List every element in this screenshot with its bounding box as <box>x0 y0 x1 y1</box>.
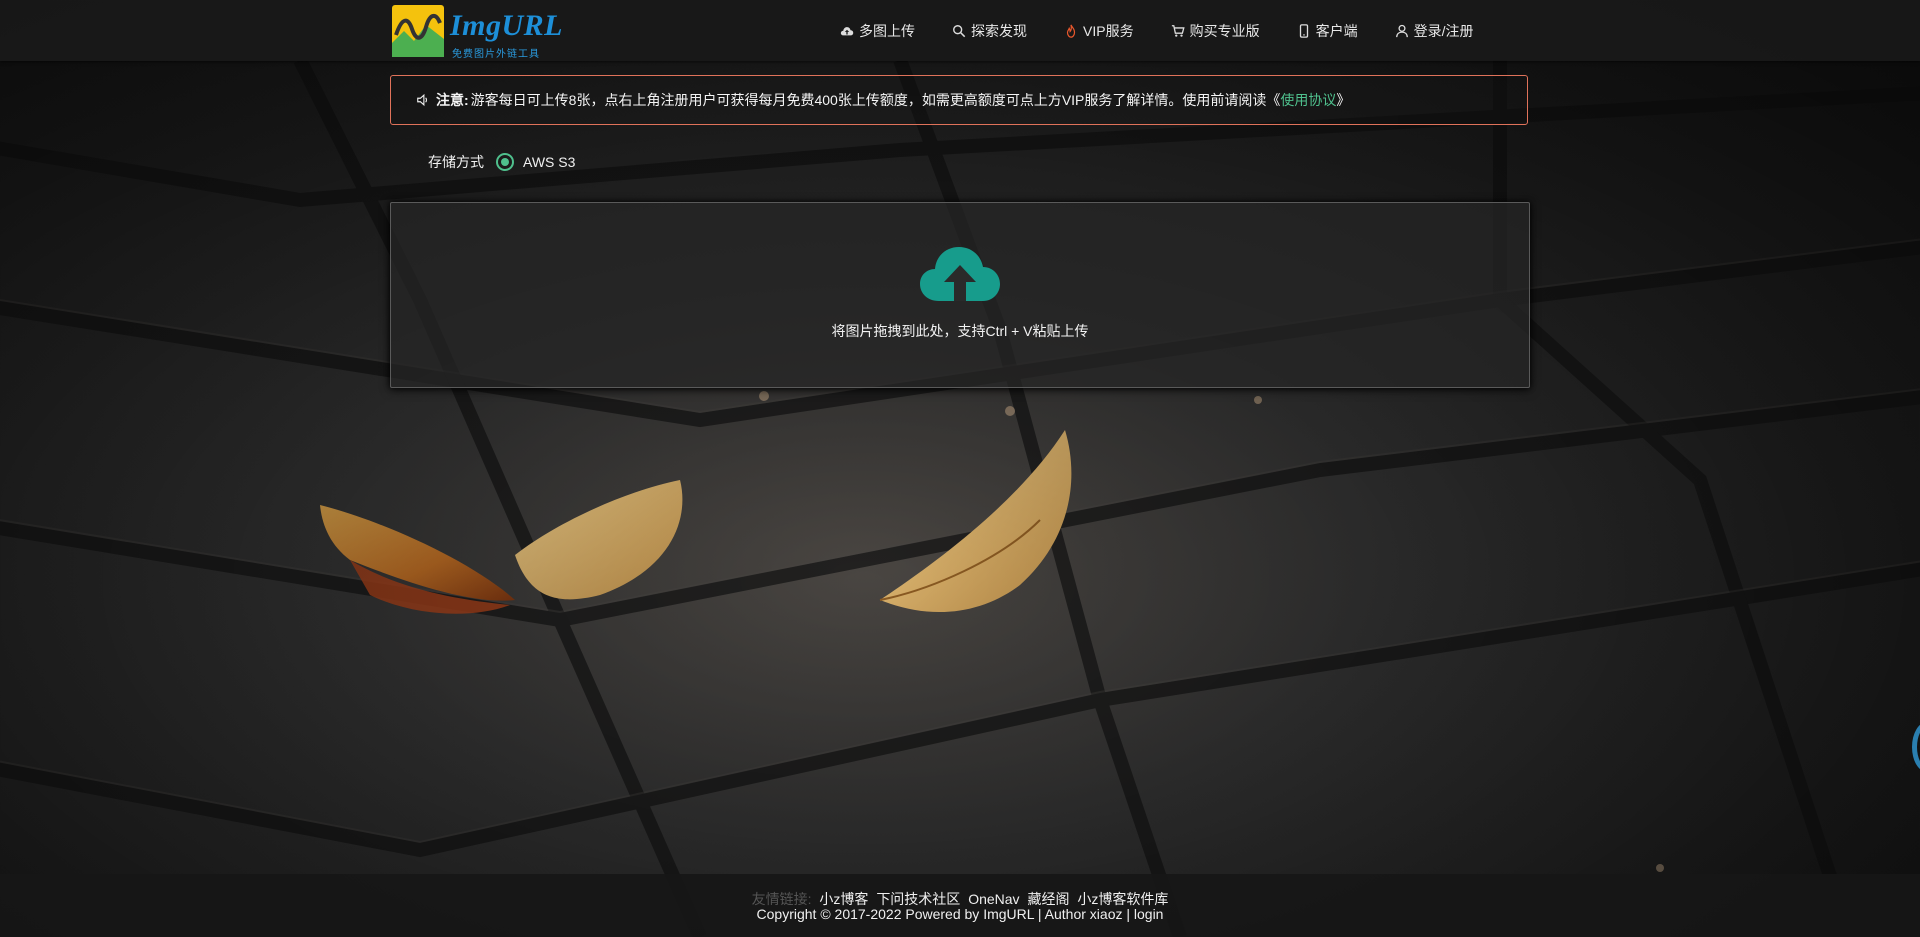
upload-hint: 将图片拖拽到此处，支持Ctrl + V粘贴上传 <box>831 323 1089 339</box>
storage-label: 存储方式 <box>428 154 484 170</box>
storage-radio-aws-s3[interactable] <box>496 153 514 171</box>
search-icon <box>953 24 966 37</box>
footer: 友情链接: 小z博客 下问技术社区 OneNav 藏经阁 小z博客软件库 Cop… <box>0 874 1920 937</box>
notice-text: 游客每日可上传8张，点右上角注册用户可获得每月免费400张上传额度，如需更高额度… <box>470 92 1281 108</box>
nav-vip[interactable]: VIP服务 <box>1064 21 1134 41</box>
logo-icon <box>392 5 444 57</box>
cart-icon <box>1171 24 1185 37</box>
cloud-upload-icon <box>840 26 854 35</box>
logo-text: ImgURL <box>450 9 564 42</box>
fire-icon <box>1066 24 1076 38</box>
nav-multi-upload-label: 多图上传 <box>859 22 915 39</box>
terms-link[interactable]: 使用协议 <box>1280 90 1336 110</box>
nav-multi-upload[interactable]: 多图上传 <box>840 21 915 41</box>
cloud-upload-icon <box>920 247 1000 301</box>
nav-buy-pro-label: 购买专业版 <box>1189 22 1260 39</box>
nav-login-register-label: 登录/注册 <box>1413 22 1474 39</box>
friend-link[interactable]: OneNav <box>968 891 1019 907</box>
friend-link[interactable]: 小z博客软件库 <box>1077 891 1168 907</box>
storage-option-label[interactable]: AWS S3 <box>523 154 575 170</box>
copyright: Copyright © 2017-2022 Powered by ImgURL … <box>756 906 1164 922</box>
top-navbar: ImgURL 免费图片外链工具 多图上传 探索发现 VIP服务 购买专业版 客户… <box>0 0 1920 61</box>
nav-buy-pro[interactable]: 购买专业版 <box>1171 21 1260 41</box>
friend-link[interactable]: 下问技术社区 <box>876 891 960 907</box>
nav-login-register[interactable]: 登录/注册 <box>1395 21 1474 41</box>
notice-suffix: 》 <box>1336 92 1351 108</box>
friend-link[interactable]: 藏经阁 <box>1027 891 1069 907</box>
notice-bar: 注意: 游客每日可上传8张，点右上角注册用户可获得每月免费400张上传额度，如需… <box>390 75 1528 125</box>
nav-vip-label: VIP服务 <box>1083 22 1134 39</box>
notice-prefix: 注意: <box>436 92 469 108</box>
user-icon <box>1395 24 1408 37</box>
friend-link[interactable]: 小z博客 <box>819 891 868 907</box>
upload-dropzone[interactable]: 将图片拖拽到此处，支持Ctrl + V粘贴上传 <box>390 202 1530 388</box>
main-nav: 多图上传 探索发现 VIP服务 购买专业版 客户端 登录/注册 <box>840 0 1473 61</box>
mobile-icon <box>1299 23 1308 38</box>
nav-explore-label: 探索发现 <box>971 22 1027 39</box>
logo-subtitle: 免费图片外链工具 <box>452 49 540 60</box>
logo[interactable]: ImgURL 免费图片外链工具 <box>392 5 572 60</box>
nav-explore[interactable]: 探索发现 <box>952 21 1027 41</box>
background-image <box>0 0 1920 937</box>
nav-client[interactable]: 客户端 <box>1297 21 1358 41</box>
friend-links-label: 友情链接: <box>751 891 812 907</box>
speaker-icon <box>417 93 428 107</box>
nav-client-label: 客户端 <box>1315 22 1358 39</box>
storage-selector: 存储方式 AWS S3 <box>428 150 575 174</box>
radio-dot <box>501 158 509 166</box>
